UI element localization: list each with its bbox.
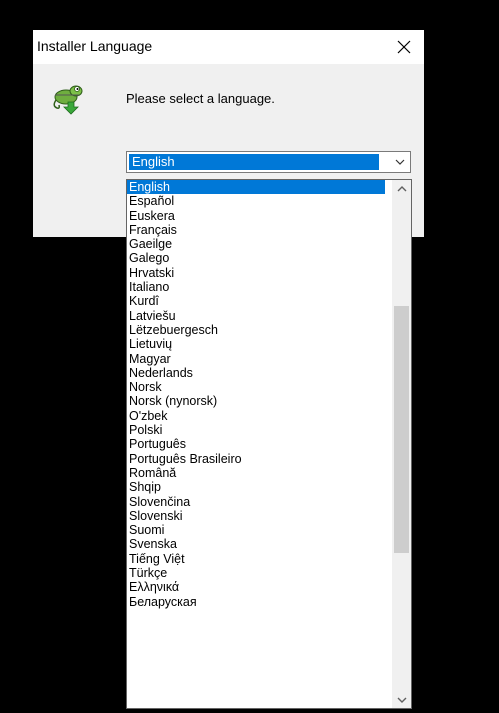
language-option[interactable]: Gaeilge: [127, 237, 385, 251]
language-option[interactable]: Norsk (nynorsk): [127, 394, 385, 408]
language-option[interactable]: Suomi: [127, 523, 385, 537]
language-option[interactable]: O'zbek: [127, 409, 385, 423]
language-option[interactable]: Português Brasileiro: [127, 452, 385, 466]
scroll-down-button[interactable]: [392, 691, 411, 708]
language-option[interactable]: Lëtzebuergesch: [127, 323, 385, 337]
language-option[interactable]: Português: [127, 437, 385, 451]
combo-selected-text: English: [132, 154, 175, 169]
chevron-down-icon[interactable]: [394, 156, 406, 168]
language-option[interactable]: Tiếng Việt: [127, 552, 385, 566]
language-option[interactable]: Ελληνικά: [127, 580, 385, 594]
dialog-title: Installer Language: [37, 38, 153, 54]
language-option[interactable]: Kurdî: [127, 294, 385, 308]
language-option[interactable]: Galego: [127, 251, 385, 265]
language-option[interactable]: Slovenski: [127, 509, 385, 523]
language-option[interactable]: Shqip: [127, 480, 385, 494]
language-option[interactable]: Svenska: [127, 537, 385, 551]
scrollbar-thumb[interactable]: [394, 305, 409, 553]
language-option[interactable]: Polski: [127, 423, 385, 437]
language-option[interactable]: Italiano: [127, 280, 385, 294]
combo-selected-highlight: English: [129, 154, 379, 170]
language-option[interactable]: Română: [127, 466, 385, 480]
close-button[interactable]: [384, 30, 424, 64]
close-icon: [397, 40, 411, 54]
language-option[interactable]: Français: [127, 223, 385, 237]
prompt-text: Please select a language.: [126, 91, 275, 106]
language-list: English Español Euskera Français Gaeilge Gale…: [127, 180, 385, 609]
desktop-background: Installer Language Please select a langu…: [0, 0, 499, 713]
language-option[interactable]: Euskera: [127, 209, 385, 223]
language-option[interactable]: Español: [127, 194, 385, 208]
language-option[interactable]: English: [127, 180, 385, 195]
chevron-down-icon: [397, 697, 406, 703]
scroll-up-button[interactable]: [392, 180, 411, 197]
chevron-up-icon: [397, 185, 406, 191]
language-option[interactable]: Latviešu: [127, 309, 385, 323]
language-option[interactable]: Slovenčina: [127, 495, 385, 509]
installer-chameleon-icon: [51, 80, 87, 116]
language-option[interactable]: Norsk: [127, 380, 385, 394]
language-option[interactable]: Lietuvių: [127, 337, 385, 351]
language-dropdown-list[interactable]: English Español Euskera Français Gaeilge Gale…: [126, 179, 412, 709]
language-option[interactable]: Беларуская: [127, 595, 385, 609]
title-bar[interactable]: Installer Language: [33, 30, 424, 64]
language-option[interactable]: Magyar: [127, 352, 385, 366]
language-option[interactable]: Türkçe: [127, 566, 385, 580]
language-option[interactable]: Nederlands: [127, 366, 385, 380]
vertical-scrollbar[interactable]: [392, 180, 411, 708]
language-option[interactable]: Hrvatski: [127, 266, 385, 280]
language-combobox[interactable]: English: [126, 151, 411, 173]
